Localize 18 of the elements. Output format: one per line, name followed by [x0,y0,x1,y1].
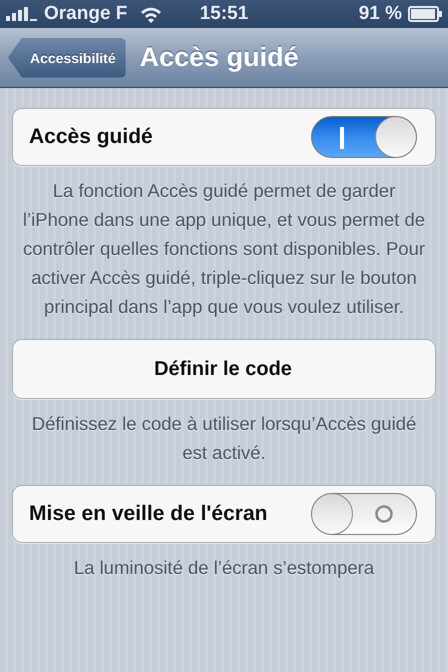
nav-title: Accès guidé [140,42,299,73]
row-label: Accès guidé [29,125,154,149]
on-mark-icon [340,127,344,149]
toggle-switch[interactable] [311,493,417,535]
battery-icon [408,6,442,22]
toggle-switch[interactable] [311,116,417,158]
footer-text: La fonction Accès guidé permet de garder l’iPhone dans une app unique, et vous permet de contrôler quelles fonctions sont disponibles. Pour activer Accès guidé, triple-cliquez sur le bouton principal dans l’app que vous voulez utiliser. [22,179,426,319]
row-label: Mise en veille de l'écran [29,502,268,526]
footer-text: La luminosité de l’écran s’estompera [72,556,376,580]
wifi-icon [139,5,164,23]
off-mark-icon [374,504,394,524]
battery-percent: 91 % [358,3,402,25]
back-button[interactable]: Accessibilité [8,38,126,78]
signal-icon [6,7,38,21]
carrier-name: Orange F [44,3,128,25]
footer-text: Définissez le code à utiliser lorsqu’Accès guidé est activé. [30,412,418,465]
set-code-button[interactable]: Définir le code [12,339,436,399]
clock-time: 15:51 [200,3,248,25]
